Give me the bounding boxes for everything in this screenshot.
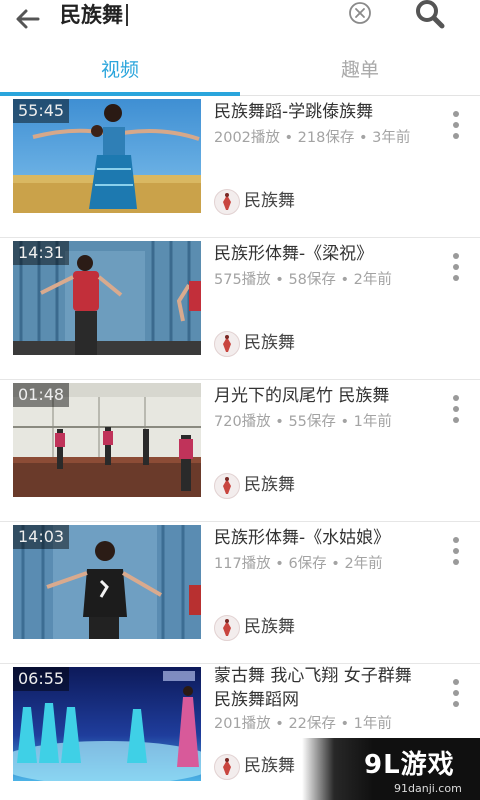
video-stats: 117播放 • 6保存 • 2年前 [214,556,383,572]
video-title[interactable]: 民族形体舞-《水姑娘》 [214,526,429,550]
video-stats: 2002播放 • 218保存 • 3年前 [214,130,411,146]
tab-videos[interactable]: 视频 [0,50,240,92]
channel-avatar [214,615,240,641]
clear-icon[interactable] [348,1,372,25]
video-title[interactable]: 月光下的凤尾竹 民族舞 [214,384,429,408]
watermark-logo: 9L游戏 [364,750,455,780]
channel-avatar [214,754,240,780]
more-vertical-icon[interactable] [444,106,468,146]
channel-name[interactable]: 民族舞 [244,615,295,639]
video-title[interactable]: 民族舞蹈-学跳傣族舞 [214,100,429,124]
video-thumbnail[interactable]: 01:48 [13,383,201,497]
video-title[interactable]: 民族形体舞-《梁祝》 [214,242,429,266]
video-duration: 06:55 [13,667,70,691]
video-thumbnail[interactable]: 14:03 [13,525,201,639]
site-watermark: 9L游戏 91danji.com [302,738,480,800]
channel-avatar [214,331,240,357]
channel-name[interactable]: 民族舞 [244,473,295,497]
video-thumbnail[interactable]: 06:55 [13,667,201,781]
video-list-item[interactable]: 55:45 民族舞蹈-学跳傣族舞 2002播放 • 218保存 • 3年前 民族… [0,96,480,238]
search-input[interactable]: 民族舞 [60,1,123,29]
video-duration: 14:03 [13,525,70,549]
search-bar: 民族舞 [0,0,480,50]
more-vertical-icon[interactable] [444,532,468,572]
video-thumbnail[interactable]: 55:45 [13,99,201,213]
video-duration: 01:48 [13,383,70,407]
watermark-site: 91danji.com [394,782,462,795]
more-vertical-icon[interactable] [444,674,468,714]
video-duration: 55:45 [13,99,70,123]
tab-bar: 视频 趣单 [0,50,480,96]
video-stats: 201播放 • 22保存 • 1年前 [214,716,392,732]
video-stats: 575播放 • 58保存 • 2年前 [214,272,392,288]
video-duration: 14:31 [13,241,70,265]
video-list-item[interactable]: 14:31 民族形体舞-《梁祝》 575播放 • 58保存 • 2年前 民族舞 [0,238,480,380]
channel-name[interactable]: 民族舞 [244,189,295,213]
channel-avatar [214,189,240,215]
video-list-item[interactable]: 14:03 民族形体舞-《水姑娘》 117播放 • 6保存 • 2年前 民族舞 [0,522,480,664]
video-thumbnail[interactable]: 14:31 [13,241,201,355]
video-title[interactable]: 蒙古舞 我心飞翔 女子群舞 民族舞蹈网 [214,664,429,712]
video-stats: 720播放 • 55保存 • 1年前 [214,414,392,430]
channel-name[interactable]: 民族舞 [244,754,295,778]
video-list-item[interactable]: 01:48 月光下的凤尾竹 民族舞 720播放 • 55保存 • 1年前 民族舞 [0,380,480,522]
back-arrow-icon[interactable] [10,6,46,42]
more-vertical-icon[interactable] [444,248,468,288]
video-list: 55:45 民族舞蹈-学跳傣族舞 2002播放 • 218保存 • 3年前 民族… [0,96,480,800]
text-caret [126,4,128,26]
tab-playlists[interactable]: 趣单 [240,50,480,92]
channel-name[interactable]: 民族舞 [244,331,295,355]
channel-avatar [214,473,240,499]
search-icon[interactable] [414,0,446,30]
more-vertical-icon[interactable] [444,390,468,430]
